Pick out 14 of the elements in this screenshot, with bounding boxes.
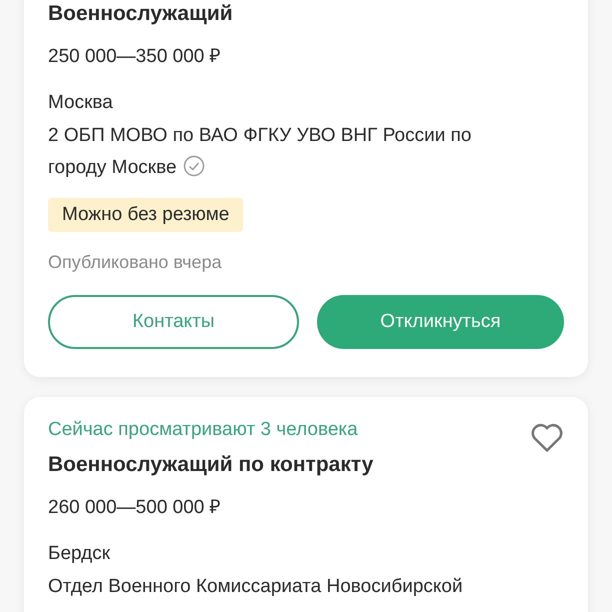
viewers-text: Сейчас просматривают 3 человека <box>48 419 358 440</box>
heart-icon[interactable] <box>530 421 564 453</box>
city-text: Москва <box>48 92 114 114</box>
vacancy-card[interactable]: Военнослужащий 250 000—350 000 ₽ Москва 2 ОБП МОВО по ВАО ФГКУ УВО ВНГ России по городу Москве Можно без резюме Опубликовано вчера Контакты Откликнуться <box>24 0 588 377</box>
vacancy-card[interactable]: Сейчас просматривают 3 человека Военнослужащий по контракту 260 000—500 000 ₽ Бердск Отдел Военного Комиссариата Новосибирской <box>24 397 588 612</box>
salary-text: 250 000—350 000 ₽ <box>48 45 222 68</box>
vacancy-title[interactable]: Военнослужащий по контракту <box>48 453 564 477</box>
company-name[interactable]: Отдел Военного Комиссариата Новосибирской <box>48 571 518 603</box>
published-date: Опубликовано вчера <box>48 252 223 273</box>
salary-text: 260 000—500 000 ₽ <box>48 496 222 519</box>
vacancy-title[interactable]: Военнослужащий <box>48 2 564 26</box>
company-name[interactable]: 2 ОБП МОВО по ВАО ФГКУ УВО ВНГ России по городу Москве <box>48 120 518 184</box>
city-text: Бердск <box>48 543 112 565</box>
no-resume-badge: Можно без резюме <box>48 198 244 232</box>
